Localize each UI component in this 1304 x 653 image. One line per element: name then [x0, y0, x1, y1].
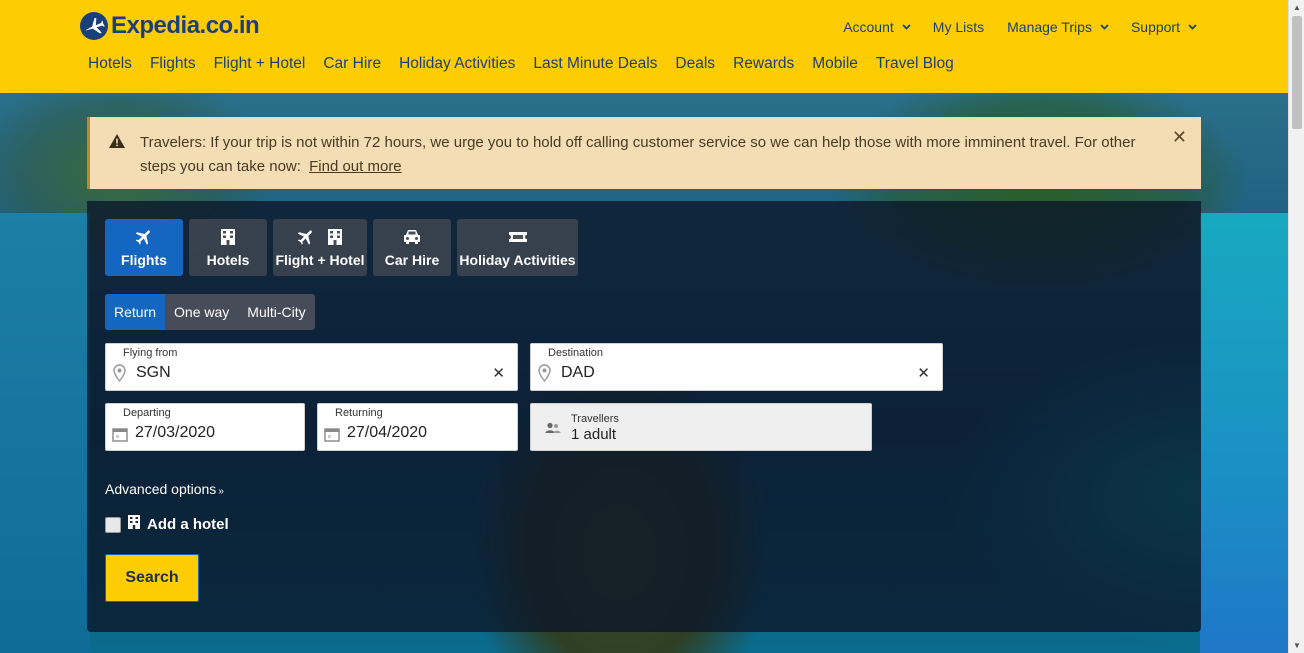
trip-one-way[interactable]: One way [165, 294, 238, 330]
plane-logo-icon [80, 12, 108, 40]
tab-car-hire[interactable]: Car Hire [373, 219, 451, 276]
logo-text: Expedia.co.in [111, 12, 260, 39]
site-header: Expedia.co.in Account My Lists Manage Tr… [0, 0, 1288, 93]
expedia-logo[interactable]: Expedia.co.in [80, 12, 260, 40]
nav-rewards[interactable]: Rewards [733, 55, 794, 73]
departing-label: Departing [123, 407, 171, 419]
hotel-building-icon [219, 227, 237, 252]
add-hotel-checkbox[interactable] [105, 516, 121, 533]
travellers-value: 1 adult [571, 426, 617, 443]
tab-flights[interactable]: Flights [105, 219, 183, 276]
clear-icon[interactable]: ✕ [917, 364, 930, 382]
page-scrollbar[interactable]: ▲ ▼ [1288, 0, 1304, 653]
nav-flight-hotel[interactable]: Flight + Hotel [214, 55, 306, 73]
search-button[interactable]: Search [105, 554, 199, 602]
find-out-more-link[interactable]: Find out more [309, 158, 402, 175]
nav-flights[interactable]: Flights [150, 55, 196, 73]
travel-alert-banner: Travelers: If your trip is not within 72… [87, 117, 1201, 189]
calendar-icon [324, 427, 340, 447]
location-pin-icon [538, 364, 551, 387]
account-links: Account My Lists Manage Trips Support [820, 19, 1197, 35]
main-nav: Hotels Flights Flight + Hotel Car Hire H… [88, 55, 972, 73]
tab-label: Holiday Activities [459, 252, 576, 268]
nav-hotels[interactable]: Hotels [88, 55, 132, 73]
scrollbar-thumb[interactable] [1292, 16, 1302, 129]
product-tabs: Flights Hotels Flight + Hotel Car Hire H… [105, 219, 578, 276]
plane-icon [134, 227, 154, 252]
tab-hotels[interactable]: Hotels [189, 219, 267, 276]
support-menu[interactable]: Support [1130, 19, 1197, 35]
chevron-down-icon [1188, 22, 1197, 33]
tab-label: Flight + Hotel [275, 252, 365, 268]
nav-car-hire[interactable]: Car Hire [323, 55, 381, 73]
destination-field[interactable]: Destination DAD ✕ [530, 343, 943, 391]
chevron-down-icon [1100, 22, 1109, 33]
scroll-down-icon[interactable]: ▼ [1293, 641, 1301, 650]
flying-from-field[interactable]: Flying from SGN ✕ [105, 343, 518, 391]
location-pin-icon [113, 364, 126, 387]
hotel-building-icon [127, 514, 141, 535]
advanced-options-toggle[interactable]: Advanced options» [105, 481, 224, 497]
hero-sea-left [0, 213, 90, 653]
manage-trips-label: Manage Trips [1007, 19, 1092, 35]
hero-sea-right [1200, 213, 1288, 653]
add-hotel-option: Add a hotel [105, 514, 229, 535]
alert-text: Travelers: If your trip is not within 72… [140, 134, 1136, 175]
trip-return[interactable]: Return [105, 294, 166, 330]
search-panel: Flights Hotels Flight + Hotel Car Hire H… [87, 201, 1201, 632]
tab-label: Flights [121, 252, 167, 268]
my-lists-link[interactable]: My Lists [933, 19, 984, 35]
nav-holiday-activities[interactable]: Holiday Activities [399, 55, 515, 73]
tab-label: Car Hire [384, 252, 440, 268]
car-icon [402, 228, 422, 251]
calendar-icon [112, 427, 128, 447]
account-menu[interactable]: Account [843, 19, 911, 35]
hotel-building-icon [326, 227, 344, 252]
nav-last-minute-deals[interactable]: Last Minute Deals [533, 55, 657, 73]
ticket-icon [508, 230, 528, 249]
chevron-down-icon [902, 22, 911, 33]
plane-icon [296, 227, 316, 252]
destination-label: Destination [548, 347, 604, 359]
nav-mobile[interactable]: Mobile [812, 55, 858, 73]
double-chevron-down-icon: » [218, 486, 224, 497]
flying-from-label: Flying from [123, 347, 178, 359]
tab-label: Hotels [206, 252, 250, 268]
trip-multi-city[interactable]: Multi-City [238, 294, 314, 330]
manage-trips-menu[interactable]: Manage Trips [1007, 19, 1109, 35]
clear-icon[interactable]: ✕ [492, 364, 505, 382]
returning-label: Returning [335, 407, 383, 419]
returning-value: 27/04/2020 [347, 424, 428, 441]
travellers-label: Travellers [571, 413, 619, 425]
tab-flight-hotel[interactable]: Flight + Hotel [273, 219, 367, 276]
departing-date-field[interactable]: Departing 27/03/2020 [105, 403, 305, 451]
flying-from-value: SGN [136, 364, 171, 381]
add-hotel-label: Add a hotel [147, 516, 229, 533]
alert-message: Travelers: If your trip is not within 72… [140, 131, 1150, 179]
travellers-icon [545, 421, 561, 439]
close-icon[interactable]: ✕ [1172, 127, 1187, 148]
my-lists-label: My Lists [932, 19, 985, 35]
nav-deals[interactable]: Deals [675, 55, 715, 73]
trip-type-selector: Return One way Multi-City [105, 294, 315, 330]
nav-travel-blog[interactable]: Travel Blog [876, 55, 954, 73]
tab-holiday-activities[interactable]: Holiday Activities [457, 219, 578, 276]
returning-date-field[interactable]: Returning 27/04/2020 [317, 403, 518, 451]
advanced-options-label: Advanced options [105, 481, 217, 497]
support-label: Support [1130, 19, 1180, 35]
destination-value: DAD [561, 364, 595, 381]
travellers-selector[interactable]: Travellers 1 adult [530, 403, 872, 451]
warning-icon [108, 133, 126, 154]
scroll-up-icon[interactable]: ▲ [1293, 3, 1301, 12]
account-label: Account [843, 19, 894, 35]
departing-value: 27/03/2020 [135, 424, 216, 441]
